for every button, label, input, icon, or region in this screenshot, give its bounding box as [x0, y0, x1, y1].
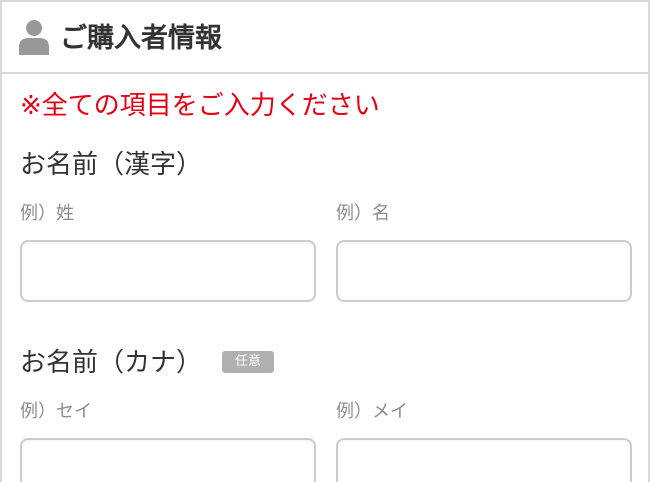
last-name-kana-hint: 例）セイ: [20, 401, 92, 422]
first-name-kana-input[interactable]: [336, 438, 632, 482]
first-name-kanji-hint: 例）名: [336, 203, 390, 224]
section-header: ご購入者情報: [2, 2, 648, 74]
optional-badge: 任意: [222, 351, 274, 373]
name-kanji-label: お名前（漢字）: [20, 150, 203, 180]
last-name-kana-input[interactable]: [20, 438, 316, 482]
user-icon: [19, 20, 49, 55]
form-frame: ご購入者情報 ※全ての項目をご入力ください お名前（漢字） 例）姓 例）名 お名…: [0, 0, 650, 482]
last-name-kanji-input[interactable]: [20, 240, 316, 302]
first-name-kana-hint: 例）メイ: [336, 401, 408, 422]
first-name-kanji-input[interactable]: [336, 240, 632, 302]
page-title: ご購入者情報: [60, 23, 222, 54]
last-name-kanji-hint: 例）姓: [20, 203, 74, 224]
name-kana-label: お名前（カナ）: [20, 348, 203, 378]
required-notice: ※全ての項目をご入力ください: [20, 91, 380, 121]
